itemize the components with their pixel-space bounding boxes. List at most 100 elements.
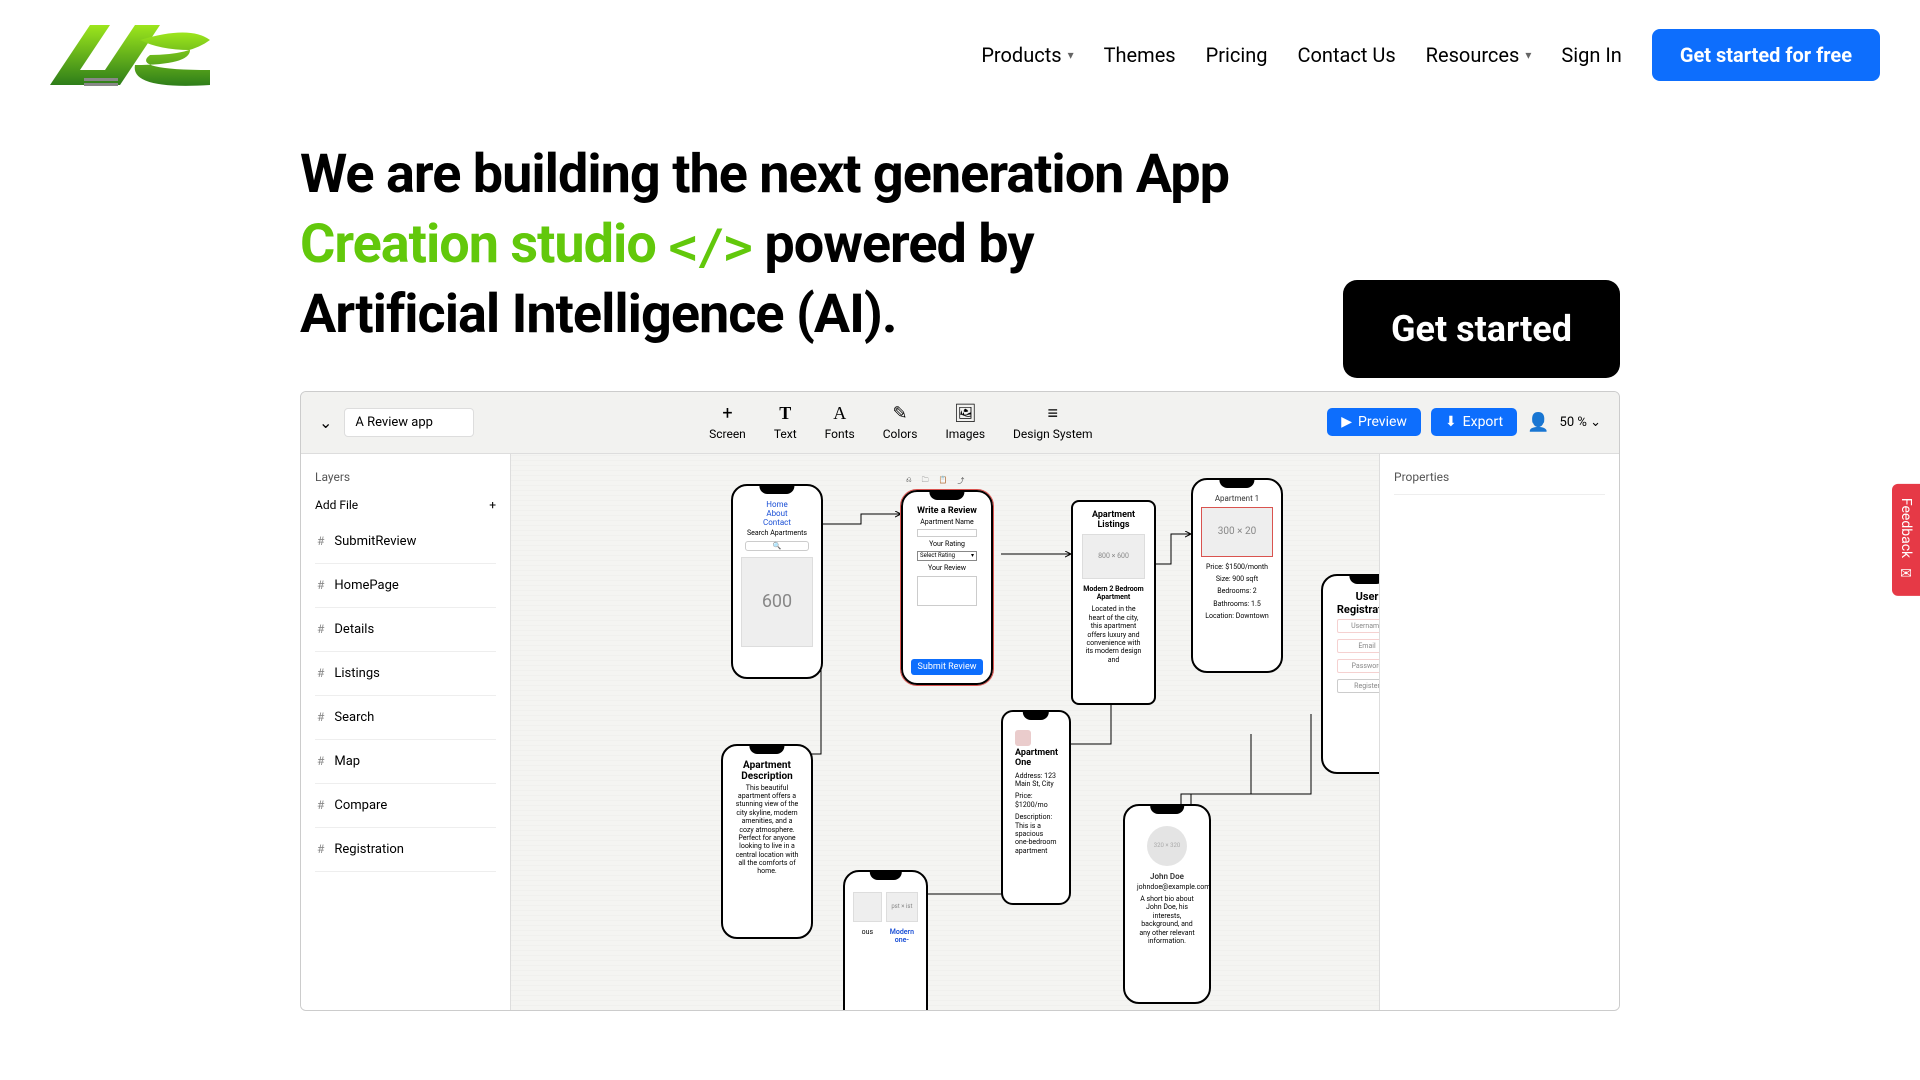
search-icon: 🔍: [745, 541, 809, 551]
mini-tool[interactable]: ⎌: [906, 476, 912, 487]
screen-profile[interactable]: 320 × 320 John Doe johndoe@example.com A…: [1123, 804, 1211, 1004]
avatar: 320 × 320: [1147, 826, 1187, 866]
field-label: Apartment Name: [911, 516, 983, 528]
nav-themes[interactable]: Themes: [1104, 43, 1176, 67]
desc-text: This beautiful apartment offers a stunni…: [731, 782, 803, 878]
hash-icon: #: [317, 534, 324, 548]
hero-cta-button[interactable]: Get started: [1343, 280, 1620, 378]
select-field: Select Rating▾: [917, 551, 977, 561]
image-placeholder: 300 × 20: [1201, 507, 1273, 557]
tool-design-system[interactable]: ≡Design System: [1013, 403, 1093, 441]
text-field: Password: [1337, 659, 1379, 673]
screen-title: User Registration: [1331, 590, 1379, 616]
properties-header: Properties: [1394, 464, 1605, 495]
fonts-icon: A: [833, 403, 846, 423]
textarea-field: [917, 576, 977, 606]
nav-links: HomeAboutContact: [741, 500, 813, 527]
user-icon[interactable]: 👤: [1527, 412, 1549, 433]
mini-tool[interactable]: ⤴: [957, 476, 964, 487]
screen-details[interactable]: Apartment Description This beautiful apa…: [721, 744, 813, 939]
screen-apartment-one[interactable]: Apartment One Address: 123 Main St, City…: [1001, 710, 1071, 905]
nav-pricing[interactable]: Pricing: [1206, 43, 1268, 67]
submit-button: Submit Review: [911, 659, 983, 675]
screen-title: Apartment One: [1011, 746, 1061, 770]
layer-item[interactable]: #Search: [315, 696, 496, 740]
plus-icon: +: [722, 403, 732, 423]
detail-line: Location: Downtown: [1201, 610, 1273, 622]
label: Modern one-: [886, 926, 918, 947]
feedback-tab[interactable]: Feedback ✉: [1892, 484, 1920, 596]
download-icon: ⬇: [1445, 414, 1457, 430]
play-icon: ▶: [1341, 414, 1352, 430]
field-label: Your Review: [911, 562, 983, 574]
image-placeholder: [853, 892, 882, 922]
tool-text[interactable]: TText: [774, 403, 797, 441]
text-field: Email: [1337, 639, 1379, 653]
nav-signin[interactable]: Sign In: [1561, 43, 1621, 67]
listing-desc: Located in the heart of the city, this a…: [1079, 603, 1148, 666]
text-icon: T: [779, 403, 791, 423]
preview-button[interactable]: ▶Preview: [1327, 408, 1421, 436]
hash-icon: #: [317, 666, 324, 680]
listing-name: Modern 2 Bedroom Apartment: [1079, 583, 1148, 604]
nav-contact[interactable]: Contact Us: [1298, 43, 1396, 67]
thumbnail: [1015, 730, 1031, 746]
image-placeholder: 800 × 600: [1082, 534, 1144, 579]
plus-icon: +: [489, 498, 496, 512]
project-name-input[interactable]: [344, 408, 474, 437]
search-label: Search Apartments: [741, 527, 813, 539]
field-label: Your Rating: [911, 538, 983, 550]
hash-icon: #: [317, 622, 324, 636]
detail-line: Bedrooms: 2: [1201, 585, 1273, 597]
list-icon: ≡: [1048, 403, 1059, 423]
screen-partial[interactable]: ous pst × ist Modern one-: [843, 870, 928, 1010]
tool-screen[interactable]: +Screen: [709, 403, 746, 441]
layer-item[interactable]: #Details: [315, 608, 496, 652]
image-icon: 🖼: [954, 403, 977, 423]
screen-registration[interactable]: User Registration Username Email Passwor…: [1321, 574, 1379, 774]
screen-title: Apartment Listings: [1079, 510, 1148, 530]
register-button: Register: [1337, 679, 1379, 693]
text-field: [917, 529, 977, 537]
feedback-icon: ✉: [1900, 566, 1912, 582]
hash-icon: #: [317, 754, 324, 768]
layer-item[interactable]: #Compare: [315, 784, 496, 828]
layer-item[interactable]: #Map: [315, 740, 496, 784]
export-button[interactable]: ⬇Export: [1431, 408, 1517, 436]
layer-item[interactable]: #Registration: [315, 828, 496, 872]
chevron-down-icon: ▾: [1068, 48, 1074, 62]
code-icon: </>: [668, 220, 752, 276]
layer-item[interactable]: #HomePage: [315, 564, 496, 608]
add-file-button[interactable]: Add File+: [315, 490, 496, 520]
nav-resources[interactable]: Resources▾: [1426, 43, 1532, 67]
hash-icon: #: [317, 842, 324, 856]
layer-item[interactable]: #SubmitReview: [315, 520, 496, 564]
image-placeholder: 600: [741, 557, 813, 647]
hash-icon: #: [317, 710, 324, 724]
mini-tool[interactable]: 🗀: [922, 476, 929, 487]
screen-title: Write a Review: [911, 506, 983, 516]
screen-listings[interactable]: Apartment Listings 800 × 600 Modern 2 Be…: [1071, 500, 1156, 705]
nav-products[interactable]: Products▾: [981, 43, 1073, 67]
tool-colors[interactable]: ✎Colors: [883, 403, 918, 441]
profile-email: johndoe@example.com: [1133, 881, 1201, 893]
detail-line: Bathrooms: 1.5: [1201, 598, 1273, 610]
project-dropdown-icon[interactable]: ⌄: [319, 413, 332, 432]
image-placeholder: pst × ist: [886, 892, 918, 922]
mini-tool[interactable]: 📋: [939, 476, 948, 487]
hash-icon: #: [317, 578, 324, 592]
profile-bio: A short bio about John Doe, his interest…: [1133, 893, 1201, 947]
screen-compare[interactable]: Apartment 1 300 × 20 Price: $1500/month …: [1191, 478, 1283, 673]
tool-images[interactable]: 🖼Images: [945, 403, 985, 441]
label: ous: [853, 926, 882, 938]
screen-submitreview[interactable]: Write a Review Apartment Name Your Ratin…: [901, 490, 993, 685]
tool-fonts[interactable]: AFonts: [825, 403, 855, 441]
layer-item[interactable]: #Listings: [315, 652, 496, 696]
zoom-select[interactable]: 50 % ⌄: [1560, 415, 1601, 430]
detail-line: Price: $1500/month: [1201, 561, 1273, 573]
detail-line: Size: 900 sqft: [1201, 573, 1273, 585]
nav-cta-button[interactable]: Get started for free: [1652, 29, 1880, 81]
logo[interactable]: [40, 20, 220, 90]
screen-homepage[interactable]: HomeAboutContact Search Apartments 🔍 600: [731, 484, 823, 679]
brush-icon: ✎: [893, 403, 908, 423]
